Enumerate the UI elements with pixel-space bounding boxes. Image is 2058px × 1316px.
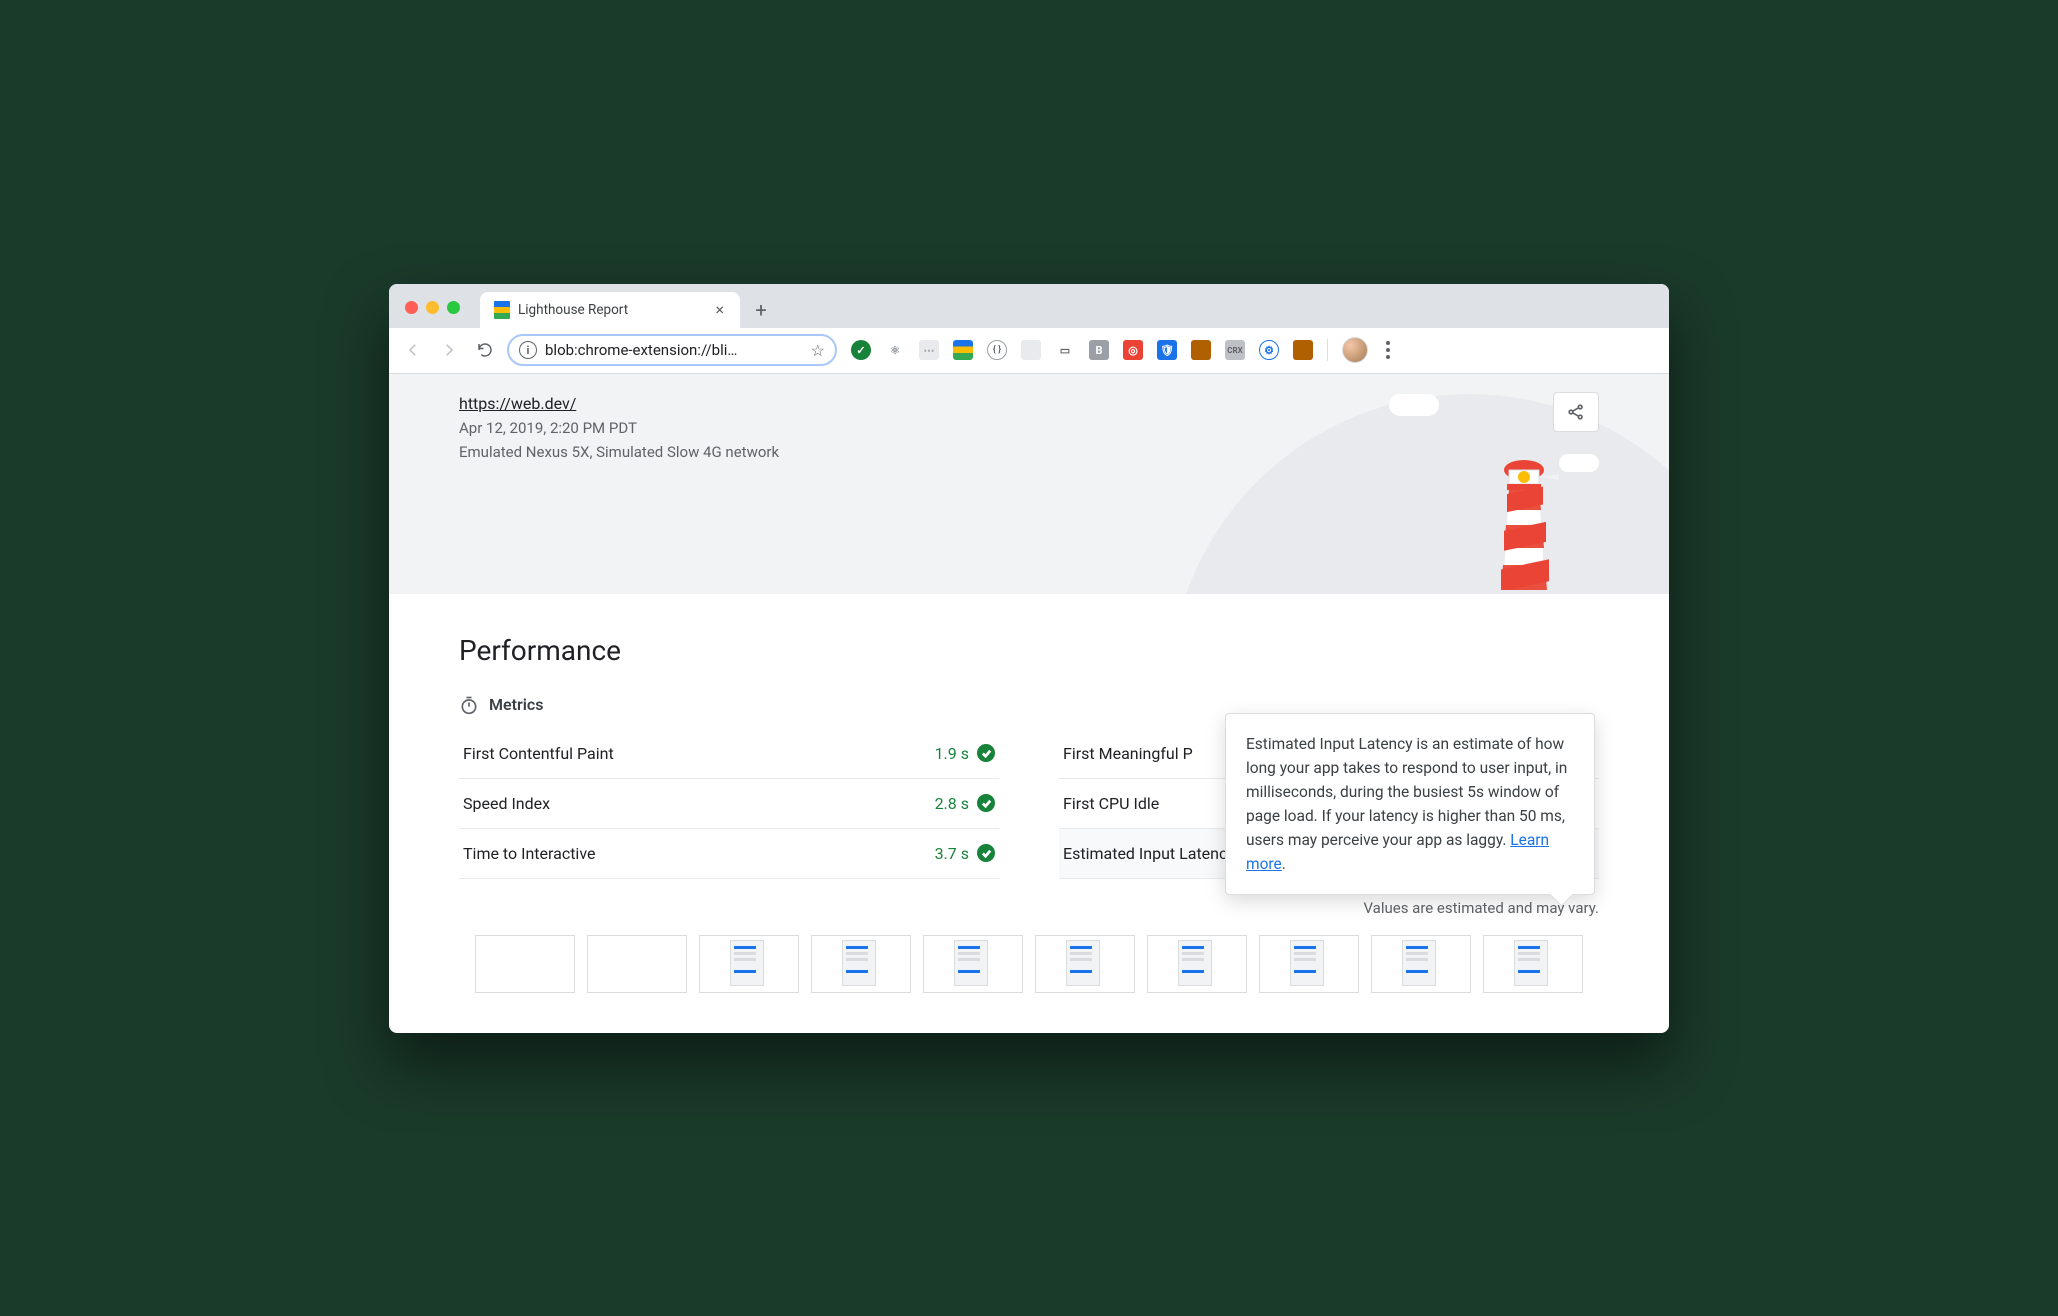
minimize-window-button[interactable]	[426, 301, 439, 314]
chrome-menu-button[interactable]	[1382, 337, 1394, 363]
browser-window: Lighthouse Report × + i blob:chrome-exte…	[389, 284, 1669, 1033]
site-info-icon[interactable]: i	[519, 341, 537, 359]
extension-icon[interactable]: 🛡	[1157, 340, 1177, 360]
metrics-column-left: First Contentful Paint 1.9 s Speed Index…	[459, 729, 999, 879]
profile-avatar[interactable]	[1342, 337, 1368, 363]
metric-name: Time to Interactive	[463, 844, 595, 863]
filmstrip	[459, 935, 1599, 993]
forward-button[interactable]	[435, 336, 463, 364]
extension-icon[interactable]: ⋯	[919, 340, 939, 360]
extension-icon[interactable]: ◎	[1123, 340, 1143, 360]
url-text: blob:chrome-extension://bli…	[545, 341, 803, 359]
metrics-footnote: Values are estimated and may vary.	[459, 899, 1599, 917]
extension-icon[interactable]: ▭	[1055, 340, 1075, 360]
stopwatch-icon	[459, 695, 479, 715]
filmstrip-frame[interactable]	[1483, 935, 1583, 993]
browser-toolbar: i blob:chrome-extension://bli… ☆ ✓ ⚛ ⋯ {…	[389, 328, 1669, 374]
maximize-window-button[interactable]	[447, 301, 460, 314]
titlebar: Lighthouse Report × +	[389, 284, 1669, 328]
extension-icon[interactable]	[1293, 340, 1313, 360]
window-controls	[401, 301, 480, 328]
new-tab-button[interactable]: +	[746, 295, 776, 325]
filmstrip-frame[interactable]	[699, 935, 799, 993]
cloud-icon	[1389, 394, 1439, 416]
metrics-heading: Metrics	[459, 695, 1599, 715]
tab-title: Lighthouse Report	[518, 302, 705, 318]
metric-name: First Meaningful P	[1063, 744, 1193, 763]
browser-tab[interactable]: Lighthouse Report ×	[480, 292, 740, 328]
metric-name: First Contentful Paint	[463, 744, 614, 763]
pass-check-icon	[977, 744, 995, 762]
lighthouse-extension-icon[interactable]	[953, 340, 973, 360]
extension-icon[interactable]: { }	[987, 340, 1007, 360]
metric-name: First CPU Idle	[1063, 794, 1159, 813]
extension-icon[interactable]	[1191, 340, 1211, 360]
extension-icon[interactable]: ⚛	[885, 340, 905, 360]
back-button[interactable]	[399, 336, 427, 364]
metric-row[interactable]: Time to Interactive 3.7 s	[459, 829, 999, 879]
metric-row[interactable]: Speed Index 2.8 s	[459, 779, 999, 829]
lighthouse-illustration	[1489, 450, 1559, 594]
filmstrip-frame[interactable]	[475, 935, 575, 993]
cloud-icon	[1559, 454, 1599, 472]
share-button[interactable]	[1553, 392, 1599, 432]
metrics-label: Metrics	[489, 695, 543, 714]
report-content: Performance Metrics First Contentful Pai…	[389, 594, 1669, 1033]
filmstrip-frame[interactable]	[1035, 935, 1135, 993]
address-bar[interactable]: i blob:chrome-extension://bli… ☆	[507, 334, 837, 366]
reload-button[interactable]	[471, 336, 499, 364]
section-title: Performance	[459, 634, 1599, 667]
filmstrip-frame[interactable]	[587, 935, 687, 993]
extension-icon[interactable]: CRX	[1225, 340, 1245, 360]
report-header: https://web.dev/ Apr 12, 2019, 2:20 PM P…	[389, 374, 1669, 594]
toolbar-divider	[1327, 339, 1328, 361]
pass-check-icon	[977, 794, 995, 812]
metric-value: 1.9 s	[935, 744, 969, 763]
metric-value: 3.7 s	[935, 844, 969, 863]
pass-check-icon	[977, 844, 995, 862]
metric-value: 2.8 s	[935, 794, 969, 813]
metric-name: Speed Index	[463, 794, 550, 813]
bookmark-star-icon[interactable]: ☆	[811, 341, 825, 360]
close-window-button[interactable]	[405, 301, 418, 314]
extension-icon[interactable]	[1021, 340, 1041, 360]
metric-tooltip: Estimated Input Latency is an estimate o…	[1225, 713, 1595, 895]
filmstrip-frame[interactable]	[923, 935, 1023, 993]
filmstrip-frame[interactable]	[1147, 935, 1247, 993]
metric-name: Estimated Input Latency	[1063, 844, 1235, 863]
tested-url-link[interactable]: https://web.dev/	[459, 394, 576, 413]
lighthouse-favicon-icon	[494, 301, 510, 319]
extension-icons: ✓ ⚛ ⋯ { } ▭ B ◎ 🛡 CRX ⚙	[845, 337, 1659, 363]
metric-row[interactable]: First Contentful Paint 1.9 s	[459, 729, 999, 779]
close-tab-button[interactable]: ×	[713, 300, 726, 319]
filmstrip-frame[interactable]	[811, 935, 911, 993]
extension-icon[interactable]: B	[1089, 340, 1109, 360]
extension-icon[interactable]: ⚙	[1259, 340, 1279, 360]
extension-icon[interactable]: ✓	[851, 340, 871, 360]
filmstrip-frame[interactable]	[1259, 935, 1359, 993]
filmstrip-frame[interactable]	[1371, 935, 1471, 993]
